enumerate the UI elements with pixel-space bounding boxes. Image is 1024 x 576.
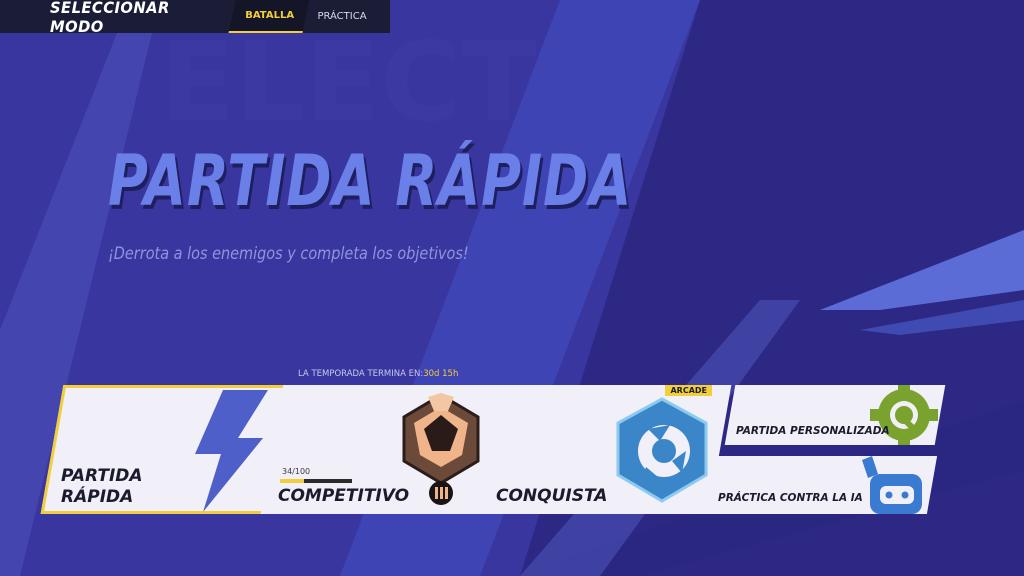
tab-batalla-label: BATALLA [244,10,294,21]
mode-card-label: PRÁCTICA CONTRA LA IA [718,492,863,504]
robot-icon [862,456,922,514]
tab-practica-label: PRÁCTICA [317,11,367,22]
mode-title: PARTIDA RÁPIDA [108,140,633,222]
mode-card-partida-personalizada[interactable]: PARTIDA PERSONALIZADA [724,385,946,445]
page-title: SELECCIONAR MODO [50,0,170,36]
mode-description: ¡Derrota a los enemigos y completa los o… [108,244,469,264]
top-bar: SELECCIONAR MODO BATALLA PRÁCTICA [0,0,390,36]
lightning-icon [195,390,268,512]
mode-card-label: CONQUISTA [496,486,608,506]
tab-practica[interactable]: PRÁCTICA [306,0,378,33]
mode-card-label-line1: PARTIDA [61,466,143,486]
season-timer: LA TEMPORADA TERMINA EN:30d 15h [298,369,458,379]
svg-text:ELECT: ELECT [160,18,536,146]
mode-card-competitivo[interactable]: 34/100 COMPETITIVO [260,385,506,514]
mode-card-partida-rapida[interactable]: PARTIDA RÁPIDA [40,385,288,514]
mode-card-label: COMPETITIVO [278,486,410,506]
season-time: 30d 15h [423,369,459,379]
season-label: LA TEMPORADA TERMINA EN: [298,369,424,379]
tab-batalla[interactable]: BATALLA [228,0,310,33]
rank-progress-bar [280,479,352,483]
mode-card-practica-ia[interactable]: PRÁCTICA CONTRA LA IA [706,456,938,514]
mode-card-label-line2: RÁPIDA [61,487,134,507]
rank-emblem-icon [402,393,480,505]
conquest-hexagon-icon [616,397,708,503]
rank-progress-text: 34/100 [282,467,311,476]
mode-card-conquista[interactable]: ARCADE CONQUISTA [478,385,732,514]
mode-card-label: PARTIDA PERSONALIZADA [736,425,890,437]
rank-progress-fill [280,479,305,483]
